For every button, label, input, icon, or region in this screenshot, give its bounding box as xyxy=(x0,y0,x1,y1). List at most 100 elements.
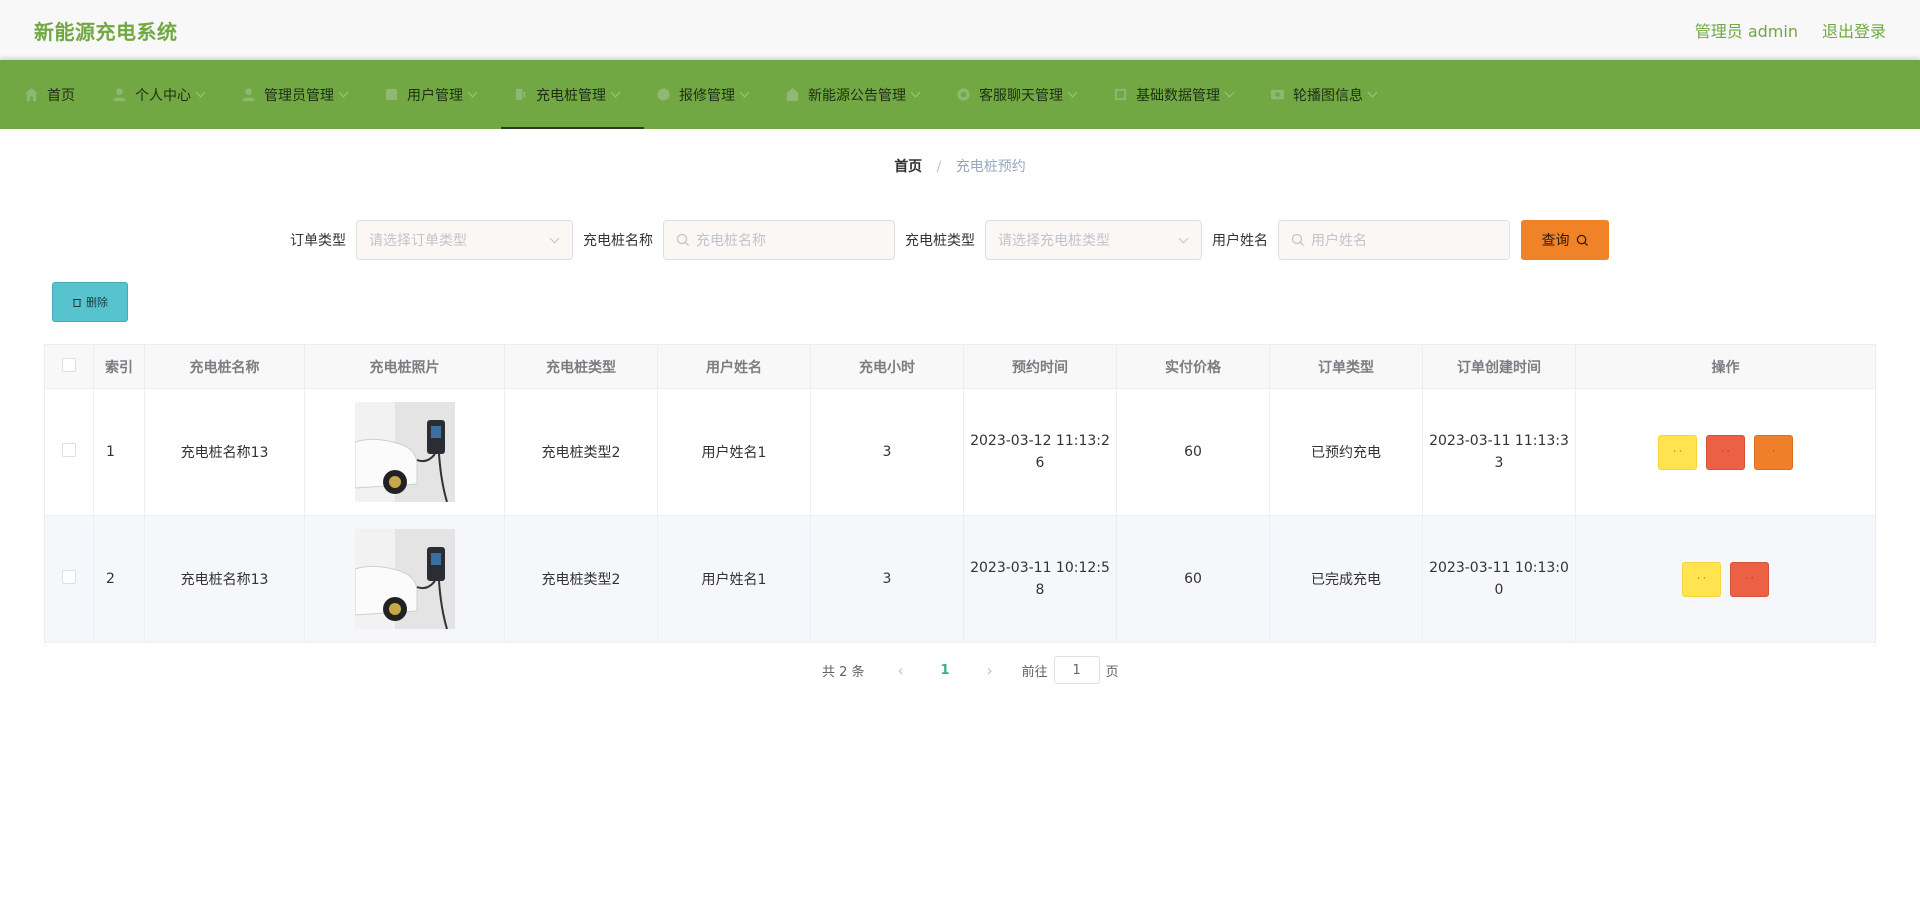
data-icon xyxy=(1112,87,1128,103)
created-time-line: 3 xyxy=(1494,455,1504,471)
chevron-down-icon xyxy=(1367,87,1378,98)
type-cell: 充电桩类型2 xyxy=(504,388,658,516)
logout-link[interactable]: 退出登录 xyxy=(1822,18,1886,42)
order-type-cell: 已预约充电 xyxy=(1269,388,1423,516)
select-all-checkbox[interactable] xyxy=(62,357,76,372)
order-type-select[interactable]: 请选择订单类型 xyxy=(356,220,573,260)
pagination-total: 共 2 条 xyxy=(822,664,865,680)
reserve-time-line: 6 xyxy=(1035,455,1045,471)
nav-item-carousel[interactable]: 轮播图信息 xyxy=(1258,60,1401,129)
col-header: 订单类型 xyxy=(1269,344,1423,389)
top-header: 新能源充电系统 管理员 admin 退出登录 xyxy=(0,0,1920,60)
row-select-cell xyxy=(44,388,94,516)
breadcrumb-home[interactable]: 首页 xyxy=(894,159,922,175)
actions-cell: · · · · · xyxy=(1575,388,1876,516)
delete-row-button[interactable]: · · xyxy=(1706,434,1745,470)
type-select[interactable]: 请选择充电桩类型 xyxy=(985,220,1202,260)
table-row: 1 充电桩名称13 充电桩类型2 用户姓名1 3 2023-03-12 11:1… xyxy=(44,388,1876,516)
detail-button[interactable]: · · xyxy=(1658,434,1697,470)
goto-label: 前往 xyxy=(1021,664,1048,680)
col-header: 充电桩名称 xyxy=(144,344,305,389)
user-cell: 用户姓名1 xyxy=(657,515,811,643)
nav-label: 报修管理 xyxy=(679,87,735,104)
photo-cell xyxy=(304,515,505,643)
reserve-time-cell: 2023-03-11 10:12:5 8 xyxy=(963,515,1117,643)
delete-row-button[interactable]: · · xyxy=(1730,561,1769,597)
nav-item-chat[interactable]: 客服聊天管理 xyxy=(944,60,1101,129)
carousel-icon xyxy=(1269,87,1285,103)
nav-item-home[interactable]: 首页 xyxy=(12,60,100,129)
order-type-cell: 已完成充电 xyxy=(1269,515,1423,643)
row-checkbox[interactable] xyxy=(62,443,76,457)
nav-item-profile[interactable]: 个人中心 xyxy=(100,60,229,129)
chevron-down-icon xyxy=(739,87,750,98)
nav-label: 轮播图信息 xyxy=(1293,87,1363,104)
header-actions: 管理员 admin 退出登录 xyxy=(1695,18,1886,42)
created-time-line: 2023-03-11 10:13:0 xyxy=(1429,560,1569,576)
query-button[interactable]: 查询 xyxy=(1521,220,1609,260)
name-input[interactable]: 充电桩名称 xyxy=(663,220,895,260)
created-time-cell: 2023-03-11 10:13:0 0 xyxy=(1422,515,1576,643)
prev-page-icon[interactable]: ‹ xyxy=(891,661,911,680)
user-input[interactable]: 用户姓名 xyxy=(1278,220,1510,260)
table-header-row: 索引 充电桩名称 充电桩照片 充电桩类型 用户姓名 充电小时 预约时间 实付价格… xyxy=(44,344,1876,389)
col-header: 操作 xyxy=(1575,344,1876,389)
users-icon xyxy=(383,87,399,103)
nav-item-users[interactable]: 用户管理 xyxy=(372,60,501,129)
detail-button[interactable]: · · xyxy=(1682,561,1721,597)
nav-item-admin[interactable]: 管理员管理 xyxy=(229,60,372,129)
chevron-down-icon xyxy=(549,233,560,244)
name-cell: 充电桩名称13 xyxy=(144,515,305,643)
next-page-icon[interactable]: › xyxy=(980,661,1000,680)
hours-cell: 3 xyxy=(810,388,964,516)
col-header: 充电小时 xyxy=(810,344,964,389)
nav-label: 管理员管理 xyxy=(264,87,334,104)
nav-label: 首页 xyxy=(47,87,75,104)
user-cell: 用户姓名1 xyxy=(657,388,811,516)
page-jump-input[interactable]: 1 xyxy=(1053,656,1100,684)
reserve-time-line: 8 xyxy=(1035,582,1045,598)
nav-label: 新能源公告管理 xyxy=(808,87,906,104)
col-header: 充电桩照片 xyxy=(304,344,505,389)
nav-item-data[interactable]: 基础数据管理 xyxy=(1101,60,1258,129)
chevron-down-icon xyxy=(338,87,349,98)
reserve-time-line: 2023-03-11 10:12:5 xyxy=(970,560,1110,576)
user-label: 用户姓名 xyxy=(1212,233,1268,249)
delete-button[interactable]: 删除 xyxy=(52,282,128,322)
charger-photo[interactable] xyxy=(354,402,455,502)
page-number[interactable]: 1 xyxy=(941,663,950,678)
index-cell: 1 xyxy=(93,388,145,516)
home-icon xyxy=(23,87,39,103)
charger-photo[interactable] xyxy=(354,529,455,629)
photo-cell xyxy=(304,388,505,516)
repair-icon xyxy=(655,87,671,103)
order-type-label: 订单类型 xyxy=(290,233,346,249)
type-label: 充电桩类型 xyxy=(905,233,975,249)
name-cell: 充电桩名称13 xyxy=(144,388,305,516)
chat-icon xyxy=(955,87,971,103)
col-header: 充电桩类型 xyxy=(504,344,658,389)
name-label: 充电桩名称 xyxy=(583,233,653,249)
search-form: 订单类型 请选择订单类型 充电桩名称 充电桩名称 充电桩类型 请选择充电桩类型 … xyxy=(290,220,1609,260)
user-placeholder: 用户姓名 xyxy=(1311,233,1367,249)
extra-action-button[interactable]: · xyxy=(1754,434,1793,470)
row-checkbox[interactable] xyxy=(62,570,76,584)
delete-label: 删除 xyxy=(86,296,108,309)
created-time-cell: 2023-03-11 11:13:3 3 xyxy=(1422,388,1576,516)
col-header: 实付价格 xyxy=(1116,344,1270,389)
pagination: 共 2 条 ‹ 1 › 前往 1 页 xyxy=(822,656,1119,684)
admin-icon xyxy=(240,87,256,103)
chevron-down-icon xyxy=(1067,87,1078,98)
nav-item-notice[interactable]: 新能源公告管理 xyxy=(773,60,944,129)
nav-item-repair[interactable]: 报修管理 xyxy=(644,60,773,129)
chevron-down-icon xyxy=(910,87,921,98)
created-time-line: 0 xyxy=(1494,582,1504,598)
admin-label[interactable]: 管理员 admin xyxy=(1695,18,1798,42)
query-label: 查询 xyxy=(1541,233,1570,249)
nav-label: 用户管理 xyxy=(407,87,463,104)
row-select-cell xyxy=(44,515,94,643)
breadcrumb: 首页 / 充电桩预约 xyxy=(0,156,1920,176)
nav-item-charger[interactable]: 充电桩管理 xyxy=(501,60,644,129)
chevron-down-icon xyxy=(195,87,206,98)
reserve-time-line: 2023-03-12 11:13:2 xyxy=(970,433,1110,449)
